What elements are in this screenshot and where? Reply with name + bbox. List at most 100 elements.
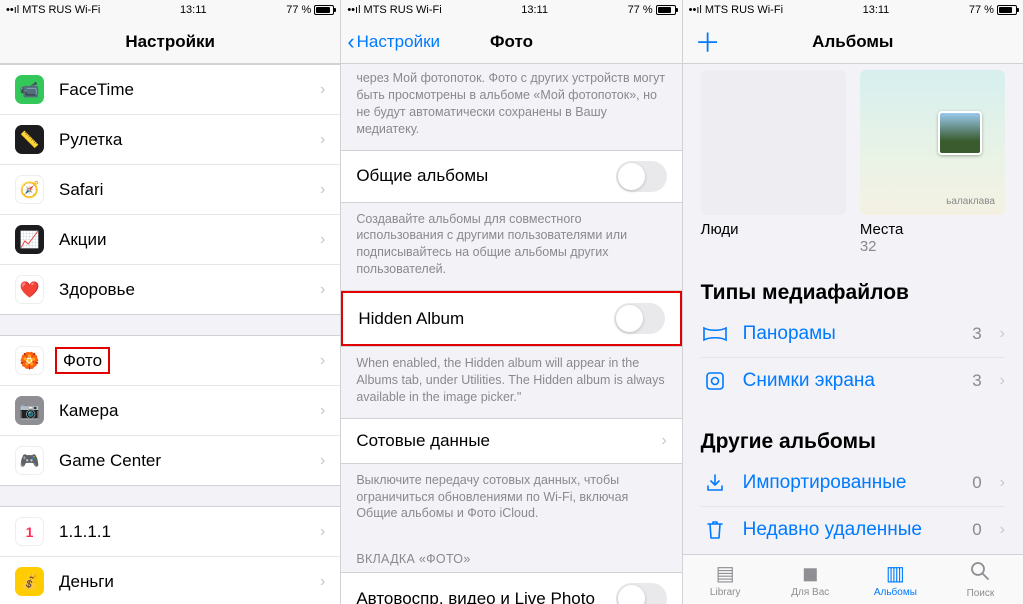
settings-item-money[interactable]: 💰 Деньги ›: [0, 557, 340, 604]
tab-library[interactable]: ▤ Library: [683, 555, 768, 604]
settings-group-b: 🏵️ Фото › 📷 Камера › 🎮 Game Center ›: [0, 335, 340, 486]
screenshot-icon: [701, 370, 729, 392]
status-bar: ••ıl MTS RUS Wi-Fi 13:11 77 %: [683, 0, 1023, 20]
autoplay-group: Автовоспр. видео и Live Photo: [341, 572, 681, 604]
cell-label: FaceTime: [59, 80, 320, 100]
settings-item-gamecenter[interactable]: 🎮 Game Center ›: [0, 436, 340, 485]
battery-icon: [997, 5, 1017, 15]
cellular-data-cell[interactable]: Сотовые данные ›: [341, 419, 681, 463]
album-title: Места: [860, 221, 1005, 238]
chevron-right-icon: ›: [320, 352, 325, 370]
carrier-label: MTS RUS: [22, 4, 72, 16]
hidden-album-footer: When enabled, the Hidden album will appe…: [341, 347, 681, 418]
facetime-icon: 📹: [15, 75, 44, 104]
signal-icon: ••ıl: [6, 4, 19, 16]
gamecenter-icon: 🎮: [15, 446, 44, 475]
money-icon: 💰: [15, 567, 44, 596]
shared-albums-toggle[interactable]: [616, 161, 667, 192]
chevron-right-icon: ›: [661, 432, 666, 450]
hidden-album-toggle[interactable]: [614, 303, 665, 334]
chevron-right-icon: ›: [320, 131, 325, 149]
cell-label: Рулетка: [59, 130, 320, 150]
chevron-right-icon: ›: [1000, 474, 1005, 492]
navbar-title: Настройки: [125, 32, 215, 52]
album-imported[interactable]: Импортированные 0 ›: [701, 460, 1005, 507]
back-button[interactable]: ‹ Настройки: [347, 20, 440, 63]
safari-icon: 🧭: [15, 175, 44, 204]
hidden-album-cell[interactable]: Hidden Album: [341, 291, 681, 346]
highlight-box: Фото: [55, 347, 110, 374]
media-type-screenshots[interactable]: Снимки экрана 3 ›: [701, 358, 1005, 404]
cell-label: Сотовые данные: [356, 431, 661, 451]
item-label: Импортированные: [743, 472, 959, 494]
camera-icon: 📷: [15, 396, 44, 425]
album-people[interactable]: Люди: [701, 70, 846, 255]
signal-icon: ••ıl: [347, 4, 360, 16]
tab-albums[interactable]: ▥ Альбомы: [853, 555, 938, 604]
people-thumb: [701, 70, 846, 215]
album-title: Люди: [701, 221, 846, 238]
cell-label: Здоровье: [59, 280, 320, 300]
settings-item-safari[interactable]: 🧭 Safari ›: [0, 165, 340, 215]
item-count: 0: [972, 520, 981, 540]
tab-search[interactable]: Поиск: [938, 555, 1023, 604]
navbar-albums: ＋ Альбомы: [683, 20, 1023, 64]
settings-group-c: 1 1.1.1.1 › 💰 Деньги › 🔺 Диск › 🎬 КиноПо…: [0, 506, 340, 604]
settings-item-measure[interactable]: 📏 Рулетка ›: [0, 115, 340, 165]
add-album-button[interactable]: ＋: [695, 20, 721, 63]
map-label: ьалаклава: [946, 196, 995, 207]
carrier-label: MTS RUS: [364, 4, 414, 16]
media-type-panoramas[interactable]: Панорамы 3 ›: [701, 311, 1005, 358]
cell-label: 1.1.1.1: [59, 522, 320, 542]
navbar-title: Альбомы: [812, 32, 893, 52]
album-places[interactable]: ьалаклава Места 32: [860, 70, 1005, 255]
cell-label: Safari: [59, 180, 320, 200]
settings-item-1111[interactable]: 1 1.1.1.1 ›: [0, 507, 340, 557]
chevron-right-icon: ›: [320, 523, 325, 541]
wifi-label: Wi-Fi: [75, 4, 101, 16]
stocks-icon: 📈: [15, 225, 44, 254]
navbar-photo-settings: ‹ Настройки Фото: [341, 20, 681, 64]
item-label: Панорамы: [743, 323, 959, 345]
cell-label: Деньги: [59, 572, 320, 592]
foryou-icon: ◼: [802, 561, 819, 586]
settings-item-health[interactable]: ❤️ Здоровье ›: [0, 265, 340, 314]
carrier-label: MTS RUS: [705, 4, 755, 16]
settings-item-photos[interactable]: 🏵️ Фото ›: [0, 336, 340, 386]
chevron-left-icon: ‹: [347, 31, 354, 53]
photos-icon: 🏵️: [15, 346, 44, 375]
status-bar: ••ıl MTS RUS Wi-Fi 13:11 77 %: [0, 0, 340, 20]
autoplay-toggle[interactable]: [616, 583, 667, 604]
cell-label: Общие альбомы: [356, 166, 615, 186]
navbar-settings: Настройки: [0, 20, 340, 64]
settings-item-stocks[interactable]: 📈 Акции ›: [0, 215, 340, 265]
photos-tab-header: ВКЛАДКА «ФОТО»: [341, 534, 681, 572]
battery-pct: 77 %: [969, 4, 994, 16]
album-recently-deleted[interactable]: Недавно удаленные 0 ›: [701, 507, 1005, 553]
back-label: Настройки: [357, 32, 440, 52]
photostream-footer: через Мой фотопоток. Фото с других устро…: [341, 64, 681, 150]
album-count: 32: [860, 238, 1005, 255]
tab-foryou[interactable]: ◼ Для Вас: [768, 555, 853, 604]
shared-albums-cell[interactable]: Общие альбомы: [341, 151, 681, 202]
battery-pct: 77 %: [286, 4, 311, 16]
chevron-right-icon: ›: [320, 573, 325, 591]
search-icon: [970, 561, 990, 587]
chevron-right-icon: ›: [1000, 325, 1005, 343]
tab-label: Поиск: [967, 588, 995, 599]
settings-item-camera[interactable]: 📷 Камера ›: [0, 386, 340, 436]
app-1111-icon: 1: [15, 517, 44, 546]
settings-item-facetime[interactable]: 📹 FaceTime ›: [0, 65, 340, 115]
measure-icon: 📏: [15, 125, 44, 154]
item-label: Снимки экрана: [743, 370, 959, 392]
other-albums-list: Импортированные 0 › Недавно удаленные 0 …: [701, 460, 1005, 553]
tab-label: Library: [710, 587, 741, 598]
autoplay-cell[interactable]: Автовоспр. видео и Live Photo: [341, 573, 681, 604]
status-time: 13:11: [863, 4, 890, 16]
pane-settings: ••ıl MTS RUS Wi-Fi 13:11 77 % Настройки …: [0, 0, 341, 604]
cell-label: Камера: [59, 401, 320, 421]
albums-icon: ▥: [886, 561, 905, 586]
pane-photos-albums: ••ıl MTS RUS Wi-Fi 13:11 77 % ＋ Альбомы …: [683, 0, 1024, 604]
chevron-right-icon: ›: [320, 452, 325, 470]
places-thumb: ьалаклава: [860, 70, 1005, 215]
